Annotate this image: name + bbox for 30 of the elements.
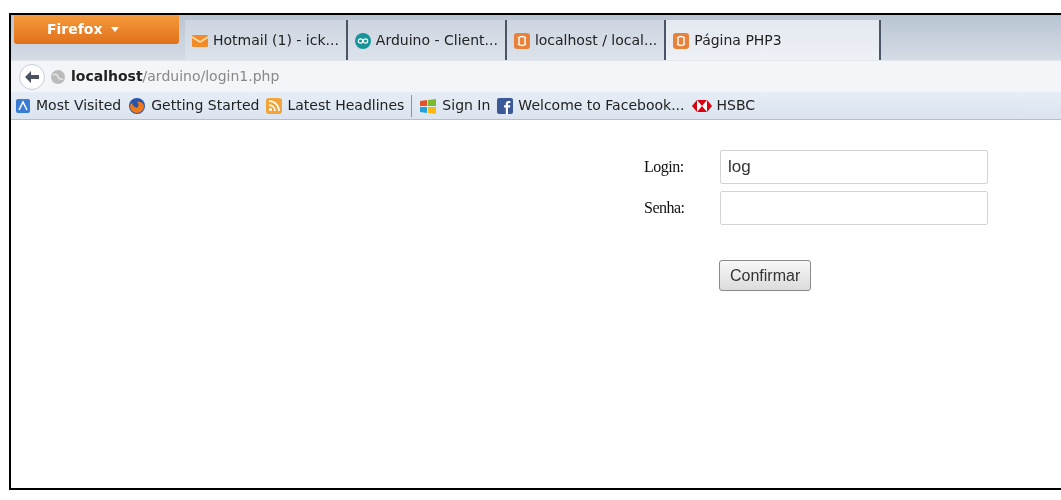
field-label: Login: xyxy=(644,157,685,178)
infinity-logo-icon xyxy=(354,32,371,49)
dropdown-caret-icon xyxy=(110,27,119,32)
hexagon-logo-icon xyxy=(691,99,712,112)
field-label: Senha: xyxy=(644,198,686,218)
bookmark-link[interactable]: Most Visited xyxy=(15,95,122,116)
text-field[interactable] xyxy=(720,191,988,225)
browser-tab[interactable]: Hotmail (1) - ick... xyxy=(185,20,348,61)
address-url[interactable]: localhost/arduino/login1.php xyxy=(71,66,280,87)
bookmark-link[interactable]: Latest Headlines xyxy=(266,95,405,116)
envelope-icon xyxy=(192,33,208,48)
square-logo-icon xyxy=(513,32,530,49)
rss-icon xyxy=(266,97,283,114)
confirm-button[interactable]: Confirmar xyxy=(719,260,812,291)
back-button[interactable] xyxy=(19,63,45,90)
f-square-icon xyxy=(497,97,514,114)
browser-tab[interactable]: Página PHP3 xyxy=(666,20,882,61)
globe-icon xyxy=(51,69,65,84)
browser-tab[interactable]: localhost / local... xyxy=(506,20,667,61)
bookmark-icon xyxy=(15,97,31,114)
bookmark-link[interactable]: Sign In xyxy=(419,95,491,116)
bookmark-link[interactable]: Getting Started xyxy=(128,95,260,116)
back-arrow-icon xyxy=(25,70,39,83)
bookmark-link[interactable]: HSBC xyxy=(691,95,756,116)
windows-flag-icon xyxy=(419,97,438,114)
square-logo-icon xyxy=(673,32,690,49)
globe-fox-icon xyxy=(128,96,147,115)
browser-tab[interactable]: Arduino - Client... xyxy=(347,20,507,61)
text-field[interactable]: log xyxy=(720,150,988,184)
bookmark-link[interactable]: Welcome to Facebook... xyxy=(497,95,685,116)
